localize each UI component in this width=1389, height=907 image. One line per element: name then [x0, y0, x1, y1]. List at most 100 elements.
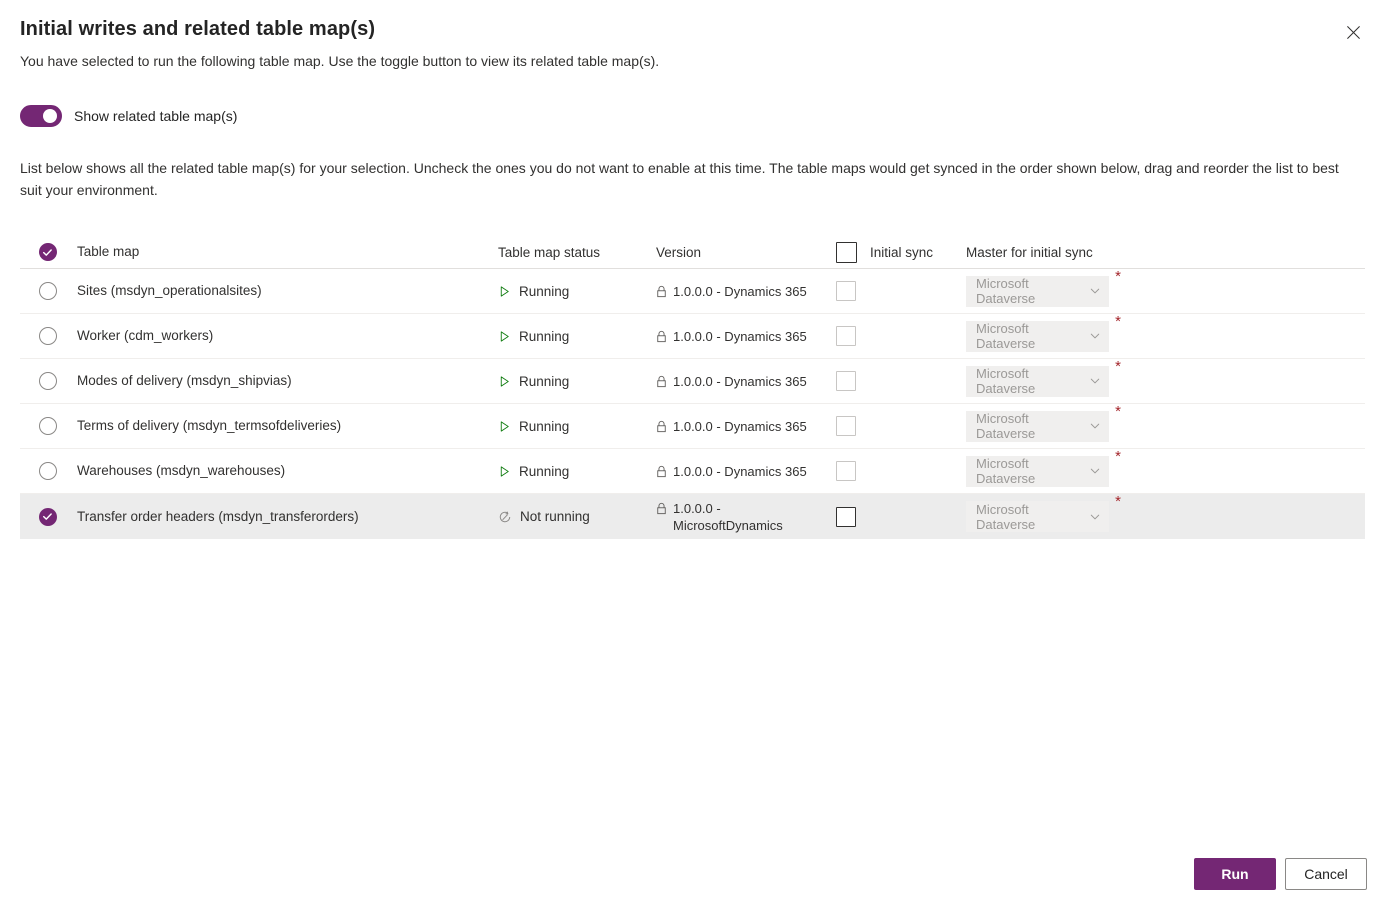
play-icon [500, 420, 509, 432]
master-for-initial-sync-dropdown[interactable]: Microsoft Dataverse [966, 365, 1109, 397]
header-status: Table map status [498, 245, 656, 260]
dialog-header: Initial writes and related table map(s) … [20, 16, 1369, 71]
row-initial-sync-cell [836, 461, 966, 481]
header-status-label: Table map status [498, 244, 601, 260]
row-table-map-cell: Warehouses (msdyn_warehouses) [75, 462, 498, 480]
initial-sync-select-all-checkbox[interactable] [836, 241, 857, 263]
master-for-initial-sync-dropdown[interactable]: Microsoft Dataverse [966, 320, 1109, 352]
row-status-cell: Running [498, 464, 656, 479]
table-row[interactable]: Sites (msdyn_operationalsites) Running 1… [20, 269, 1365, 314]
header-table-map: Table map [75, 243, 498, 261]
play-icon [500, 330, 509, 342]
table-map-version: 1.0.0.0 - Dynamics 365 [673, 283, 807, 299]
row-select-cell [20, 372, 75, 390]
master-for-initial-sync-dropdown[interactable]: Microsoft Dataverse [966, 455, 1109, 487]
required-asterisk: * [1115, 357, 1121, 375]
row-version-cell: 1.0.0.0 - Dynamics 365 [656, 463, 836, 480]
table-map-status: Running [519, 283, 570, 299]
row-status-cell: Running [498, 284, 656, 299]
required-asterisk: * [1115, 312, 1121, 330]
row-select-checkbox[interactable] [38, 462, 57, 480]
chevron-down-icon [1090, 423, 1100, 429]
row-select-checkbox[interactable] [38, 372, 57, 390]
row-initial-sync-cell [836, 416, 966, 436]
row-select-checkbox[interactable] [38, 507, 57, 526]
master-dropdown-wrap: Microsoft Dataverse * [966, 269, 1121, 307]
row-select-checkbox[interactable] [38, 282, 57, 300]
row-status-cell: Running [498, 329, 656, 344]
table-map-status: Running [519, 418, 570, 434]
table-row[interactable]: Modes of delivery (msdyn_shipvias) Runni… [20, 359, 1365, 404]
run-button[interactable]: Run [1194, 858, 1276, 890]
lock-icon [657, 375, 666, 387]
row-select-cell [20, 507, 75, 526]
row-status-cell: Running [498, 374, 656, 389]
check-icon [42, 248, 52, 256]
table-map-name: Worker (cdm_workers) [77, 328, 214, 343]
table-map-name: Terms of delivery (msdyn_termsofdeliveri… [77, 418, 342, 433]
chevron-down-icon [1090, 378, 1100, 384]
required-asterisk: * [1115, 447, 1121, 465]
master-dropdown-wrap: Microsoft Dataverse * [966, 494, 1121, 532]
toggle-label: Show related table map(s) [74, 108, 238, 124]
chevron-down-icon [1090, 468, 1100, 474]
lock-icon [657, 465, 666, 477]
dialog-subtitle: You have selected to run the following t… [20, 53, 660, 69]
lock-icon [657, 330, 666, 342]
table-map-status: Running [519, 328, 570, 344]
initial-writes-dialog: Initial writes and related table map(s) … [0, 0, 1389, 907]
show-related-toggle-row: Show related table map(s) [20, 105, 237, 127]
table-map-name: Modes of delivery (msdyn_shipvias) [77, 373, 292, 388]
row-table-map-cell: Transfer order headers (msdyn_transferor… [75, 508, 498, 526]
table-map-status: Running [519, 373, 570, 389]
row-select-cell [20, 462, 75, 480]
required-asterisk: * [1115, 493, 1121, 510]
toggle-knob [43, 109, 57, 123]
chevron-down-icon [1090, 288, 1100, 294]
master-for-initial-sync-dropdown[interactable]: Microsoft Dataverse [966, 275, 1109, 307]
master-for-initial-sync-dropdown[interactable]: Microsoft Dataverse [966, 501, 1109, 532]
row-master-cell: Microsoft Dataverse * [966, 404, 1365, 442]
initial-sync-checkbox[interactable] [836, 371, 856, 391]
table-map-version: 1.0.0.0 - Dynamics 365 [673, 418, 807, 434]
table-row[interactable]: Worker (cdm_workers) Running 1.0.0.0 - D… [20, 314, 1365, 359]
row-version-cell: 1.0.0.0 - Dynamics 365 [656, 418, 836, 435]
row-version-cell: 1.0.0.0 - Dynamics 365 [656, 283, 836, 300]
row-table-map-cell: Modes of delivery (msdyn_shipvias) [75, 372, 498, 390]
show-related-table-maps-toggle[interactable] [20, 105, 62, 127]
header-version: Version [656, 245, 836, 260]
master-dropdown-value: Microsoft Dataverse [976, 456, 1036, 486]
initial-sync-checkbox[interactable] [836, 506, 856, 527]
table-map-name: Sites (msdyn_operationalsites) [77, 283, 262, 298]
initial-sync-checkbox[interactable] [836, 461, 856, 481]
table-row[interactable]: Transfer order headers (msdyn_transferor… [20, 494, 1365, 539]
table-map-status: Not running [520, 509, 590, 524]
select-all-checkbox[interactable] [38, 243, 57, 261]
row-table-map-cell: Sites (msdyn_operationalsites) [75, 282, 498, 300]
row-status-cell: Running [498, 419, 656, 434]
table-row[interactable]: Warehouses (msdyn_warehouses) Running 1.… [20, 449, 1365, 494]
row-version-cell: 1.0.0.0 - Dynamics 365 [656, 373, 836, 390]
row-select-checkbox[interactable] [38, 327, 57, 345]
row-master-cell: Microsoft Dataverse * [966, 359, 1365, 397]
table-maps-table: Table map Table map status Version Initi… [20, 236, 1365, 539]
table-map-status: Running [519, 463, 570, 479]
initial-sync-checkbox[interactable] [836, 416, 856, 436]
initial-sync-checkbox[interactable] [836, 281, 856, 301]
master-for-initial-sync-dropdown[interactable]: Microsoft Dataverse [966, 410, 1109, 442]
row-status-cell: Not running [498, 509, 656, 524]
header-master: Master for initial sync [966, 245, 1365, 260]
row-master-cell: Microsoft Dataverse * [966, 314, 1365, 352]
initial-sync-checkbox[interactable] [836, 326, 856, 346]
close-button[interactable] [1335, 14, 1371, 50]
table-map-version: 1.0.0.0 - Dynamics 365 [673, 463, 807, 479]
required-asterisk: * [1115, 402, 1121, 420]
row-initial-sync-cell [836, 326, 966, 346]
master-dropdown-wrap: Microsoft Dataverse * [966, 359, 1121, 397]
master-dropdown-value: Microsoft Dataverse [976, 411, 1036, 441]
lock-icon [657, 420, 666, 432]
cancel-button[interactable]: Cancel [1285, 858, 1367, 890]
row-select-checkbox[interactable] [38, 417, 57, 435]
lock-icon [657, 285, 666, 297]
table-row[interactable]: Terms of delivery (msdyn_termsofdeliveri… [20, 404, 1365, 449]
